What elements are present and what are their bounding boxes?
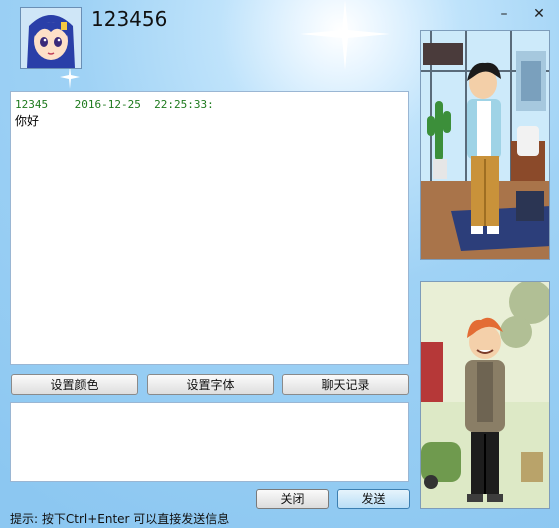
sparkle-decoration <box>300 0 390 70</box>
close-button[interactable]: 关闭 <box>256 489 329 509</box>
contact-show-panel <box>420 30 550 260</box>
message-date: 2016-12-25 <box>74 98 141 111</box>
chat-message: 12345 2016-12-25 22:25:33: 你好 <box>15 98 404 129</box>
contact-avatar <box>20 7 82 69</box>
anime-girl-avatar-icon <box>21 8 81 68</box>
message-sender: 12345 <box>15 98 49 111</box>
message-header: 12345 2016-12-25 22:25:33: <box>15 98 404 111</box>
message-text: 你好 <box>15 114 40 128</box>
boy-in-street-show-icon <box>421 282 549 508</box>
chat-log-button[interactable]: 聊天记录 <box>282 374 409 395</box>
set-color-button[interactable]: 设置颜色 <box>11 374 138 395</box>
chat-history[interactable]: 12345 2016-12-25 22:25:33: 你好 <box>10 91 409 365</box>
hint-text: 提示: 按下Ctrl+Enter 可以直接发送信息 <box>10 512 230 526</box>
minimize-button[interactable]: – <box>491 4 517 24</box>
message-input[interactable] <box>10 402 409 482</box>
set-font-button[interactable]: 设置字体 <box>147 374 274 395</box>
boy-in-office-show-icon <box>421 31 549 259</box>
self-show-panel <box>420 281 550 509</box>
contact-name: 123456 <box>91 7 168 31</box>
send-button[interactable]: 发送 <box>337 489 410 509</box>
window-close-button[interactable]: ✕ <box>526 4 552 24</box>
message-time: 22:25:33: <box>154 98 214 111</box>
